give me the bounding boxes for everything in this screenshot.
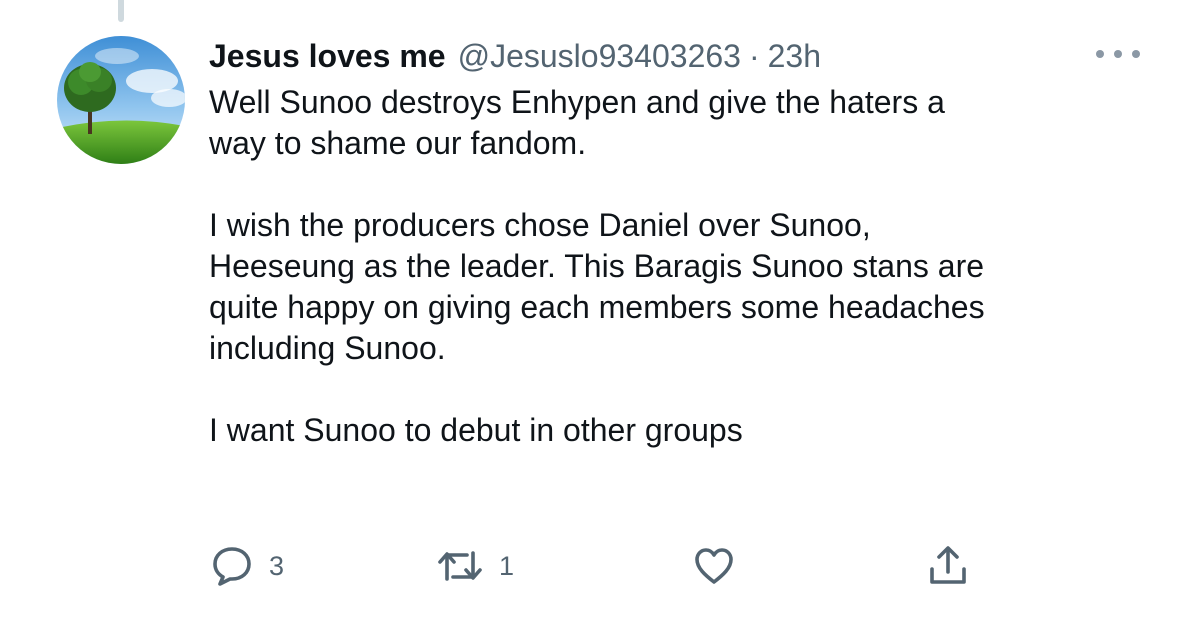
- tweet-header: Jesus loves me @Jesuslo93403263 · 23h: [209, 34, 821, 78]
- heart-icon: [695, 548, 733, 584]
- tweet-paragraph: I wish the producers chose Daniel over S…: [209, 207, 985, 366]
- more-dots-icon[interactable]: [1096, 42, 1140, 66]
- reply-count: 3: [269, 550, 285, 581]
- tweet-paragraph: Well Sunoo destroys Enhypen and give the…: [209, 84, 945, 161]
- thread-connector-line: [118, 0, 124, 22]
- reply-button[interactable]: 3: [209, 536, 284, 596]
- reply-icon: [213, 547, 251, 586]
- user-handle[interactable]: @Jesuslo93403263: [458, 34, 741, 78]
- like-button[interactable]: [691, 536, 751, 596]
- tweet-paragraph: I want Sunoo to debut in other groups: [209, 412, 743, 448]
- avatar[interactable]: [57, 36, 185, 164]
- timestamp[interactable]: 23h: [768, 34, 821, 78]
- share-icon: [930, 546, 966, 584]
- retweet-button[interactable]: 1: [435, 536, 514, 596]
- avatar-image-tree: [57, 36, 185, 164]
- tweet-action-bar: 3 1: [209, 536, 989, 596]
- display-name[interactable]: Jesus loves me: [209, 34, 446, 78]
- share-button[interactable]: [925, 536, 971, 596]
- tweet-text: Well Sunoo destroys Enhypen and give the…: [209, 82, 1159, 451]
- retweet-count: 1: [499, 550, 515, 581]
- retweet-icon: [438, 551, 482, 581]
- separator-dot: ·: [748, 38, 760, 74]
